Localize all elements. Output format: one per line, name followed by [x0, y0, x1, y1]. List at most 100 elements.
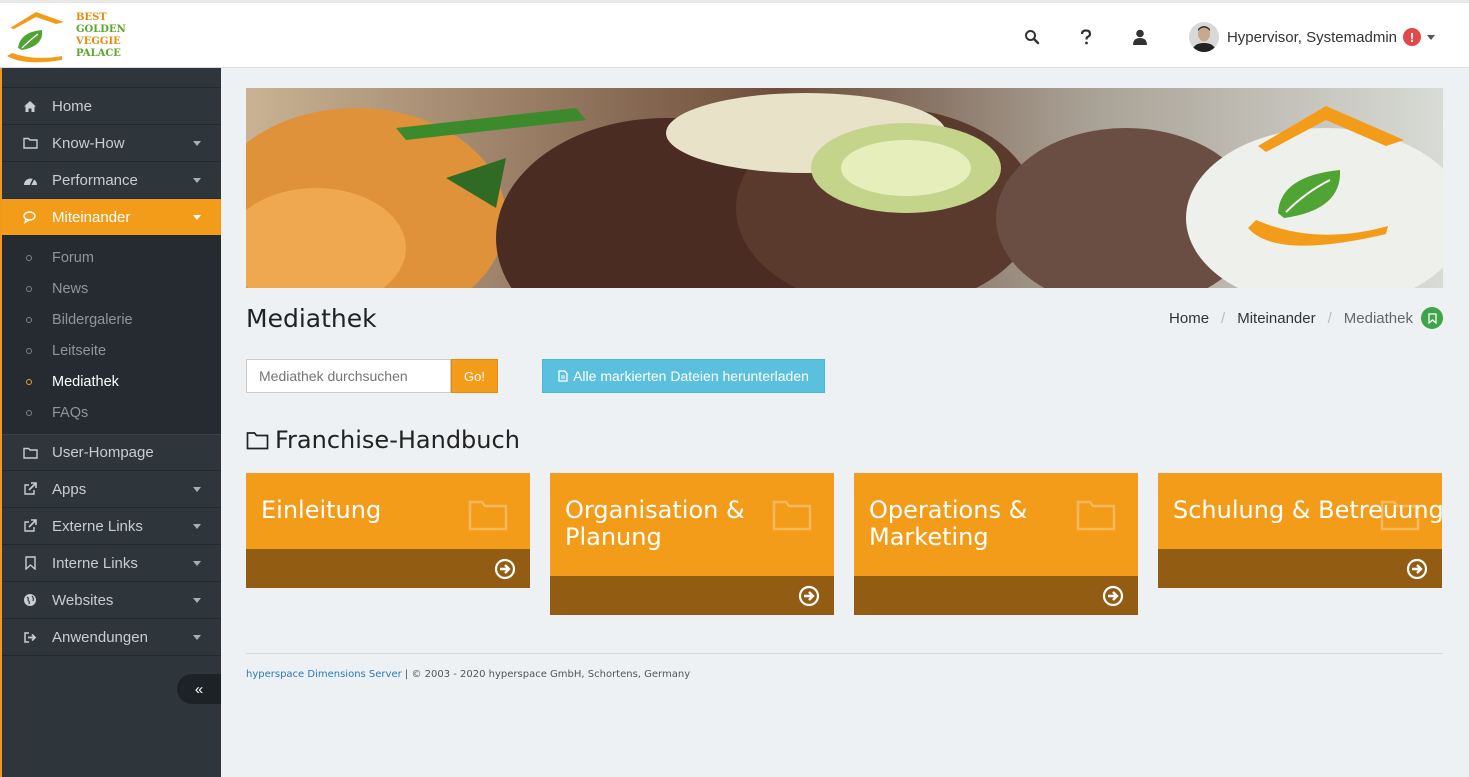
folder-tile-organisation-planung[interactable]: Organisation & Planung — [550, 473, 834, 615]
search-icon[interactable] — [1005, 3, 1059, 71]
banner-food-photo — [246, 88, 1443, 288]
download-marked-button[interactable]: Alle markierten Dateien herunterladen — [542, 359, 825, 393]
arrow-circle-right-icon[interactable] — [1102, 585, 1124, 607]
sidebar-item-label: Interne Links — [52, 554, 138, 572]
breadcrumb-miteinander[interactable]: Miteinander — [1237, 310, 1315, 327]
sidebar-item-miteinander[interactable]: Miteinander — [2, 199, 221, 236]
tile-footer — [550, 576, 834, 615]
page-header: Mediathek Home / Miteinander / Mediathek — [246, 288, 1443, 350]
arrow-circle-right-icon[interactable] — [494, 558, 516, 580]
dashboard-icon — [22, 172, 38, 188]
sidebar-collapse-button[interactable]: « — [177, 674, 221, 704]
tile-header: Operations & Marketing — [854, 473, 1138, 576]
breadcrumb-home[interactable]: Home — [1169, 310, 1209, 327]
sidebar-item-anwendungen[interactable]: Anwendungen — [2, 619, 221, 656]
user-menu[interactable]: Hypervisor, Systemadmin ! — [1188, 22, 1435, 52]
sidebar-item-label: Know-How — [52, 134, 125, 152]
sidebar-top-spacer — [2, 68, 221, 88]
sidebar-item-know-how[interactable]: Know-How — [2, 125, 221, 162]
logo-line: GOLDEN — [76, 24, 126, 35]
sidebar-item-websites[interactable]: Websites — [2, 582, 221, 619]
brand-logo[interactable]: BEST GOLDEN VEGGIE PALACE — [4, 6, 134, 68]
home-icon — [22, 98, 38, 114]
folder-tile-einleitung[interactable]: Einleitung — [246, 473, 530, 588]
tile-header: Schulung & Betreuung — [1158, 473, 1444, 549]
sidebar-item-performance[interactable]: Performance — [2, 162, 221, 199]
logo-line: VEGGIE — [76, 36, 121, 47]
arrow-circle-right-icon[interactable] — [1406, 558, 1428, 580]
bookmark-icon[interactable] — [1421, 307, 1443, 329]
search-input[interactable] — [246, 359, 451, 393]
main-content: Mediathek Home / Miteinander / Mediathek… — [246, 88, 1444, 615]
sidebar-subitem-bildergalerie[interactable]: Bildergalerie — [2, 304, 221, 335]
sidebar-subitem-label: Mediathek — [52, 373, 119, 390]
sidebar-item-label: Home — [52, 97, 93, 115]
user-name: Hypervisor, Systemadmin — [1226, 28, 1397, 46]
sidebar-subitem-label: Forum — [52, 249, 94, 266]
bullet-icon — [26, 347, 32, 354]
folder-icon — [246, 431, 269, 449]
sidebar-item-label: Performance — [52, 171, 138, 189]
arrow-circle-right-icon[interactable] — [798, 585, 820, 607]
help-icon[interactable] — [1059, 3, 1113, 71]
breadcrumb-separator: / — [1221, 309, 1226, 327]
logo-text: BEST GOLDEN VEGGIE PALACE — [76, 12, 126, 60]
sidebar-subitem-label: Leitseite — [52, 342, 107, 359]
sidebar-item-label: Anwendungen — [52, 628, 148, 646]
footer-link[interactable]: hyperspace Dimensions Server — [246, 669, 402, 680]
section-title-text: Franchise-Handbuch — [275, 426, 520, 454]
tile-footer — [854, 576, 1138, 615]
page-title: Mediathek — [246, 304, 377, 333]
section-title: Franchise-Handbuch — [246, 420, 1443, 460]
sidebar-subitem-forum[interactable]: Forum — [2, 242, 221, 273]
chevron-down-icon — [193, 524, 201, 529]
sidebar-subitem-leitseite[interactable]: Leitseite — [2, 335, 221, 366]
sidebar-item-apps[interactable]: Apps — [2, 471, 221, 508]
tile-label: Schulung & Betreuung — [1173, 496, 1444, 524]
user-icon[interactable] — [1113, 3, 1167, 71]
comments-icon — [22, 209, 38, 225]
bullet-icon — [26, 285, 32, 292]
sidebar-subitem-news[interactable]: News — [2, 273, 221, 304]
alert-badge: ! — [1403, 28, 1421, 46]
folder-tile-schulung-betreuung[interactable]: Schulung & Betreuung — [1158, 473, 1444, 588]
external-link-icon — [22, 481, 38, 497]
chevron-down-icon — [193, 635, 201, 640]
sidebar-item-user-hompage[interactable]: User-Hompage — [2, 434, 221, 471]
sidebar-item-externe-links[interactable]: Externe Links — [2, 508, 221, 545]
sidebar-subitem-label: News — [52, 280, 89, 297]
file-icon — [558, 370, 568, 382]
sidebar-subitem-mediathek[interactable]: Mediathek — [2, 366, 221, 397]
sidebar-item-label: Websites — [52, 591, 114, 609]
tile-header: Einleitung — [246, 473, 530, 549]
sidebar-item-home[interactable]: Home — [2, 88, 221, 125]
toolbar: Go! Alle markierten Dateien herunterlade… — [246, 350, 1443, 420]
folder-icon — [22, 445, 38, 461]
search-go-button[interactable]: Go! — [451, 359, 498, 393]
top-icons: Hypervisor, Systemadmin ! — [1005, 3, 1469, 71]
top-bar: BEST GOLDEN VEGGIE PALACE Hypervisor, Sy… — [0, 0, 1469, 68]
globe-icon — [22, 592, 38, 608]
sidebar-submenu: Forum News Bildergalerie Leitseite Media… — [2, 236, 221, 434]
banner-image — [246, 88, 1443, 288]
sidebar-item-label: Apps — [52, 480, 87, 498]
bookmark-icon — [22, 555, 38, 571]
folder-icon — [22, 135, 38, 151]
tile-footer — [1158, 549, 1442, 588]
sidebar-item-label: Externe Links — [52, 517, 143, 535]
tile-label: Operations & Marketing — [869, 496, 1028, 551]
logo-line: PALACE — [76, 48, 121, 59]
bullet-icon — [26, 254, 32, 261]
tile-footer — [246, 549, 530, 588]
chevron-down-icon — [193, 215, 201, 220]
sidebar-subitem-label: Bildergalerie — [52, 311, 133, 328]
chevron-down-icon — [193, 487, 201, 492]
bullet-icon — [26, 378, 32, 385]
folder-tiles: Einleitung Organisation & Planung Operat… — [246, 473, 1444, 615]
folder-tile-operations-marketing[interactable]: Operations & Marketing — [854, 473, 1138, 615]
breadcrumb-separator: / — [1327, 309, 1332, 327]
download-marked-label: Alle markierten Dateien herunterladen — [573, 368, 809, 384]
sidebar-subitem-faqs[interactable]: FAQs — [2, 397, 221, 428]
sidebar-item-interne-links[interactable]: Interne Links — [2, 545, 221, 582]
footer-copyright: | © 2003 - 2020 hyperspace GmbH, Schorte… — [401, 669, 691, 680]
